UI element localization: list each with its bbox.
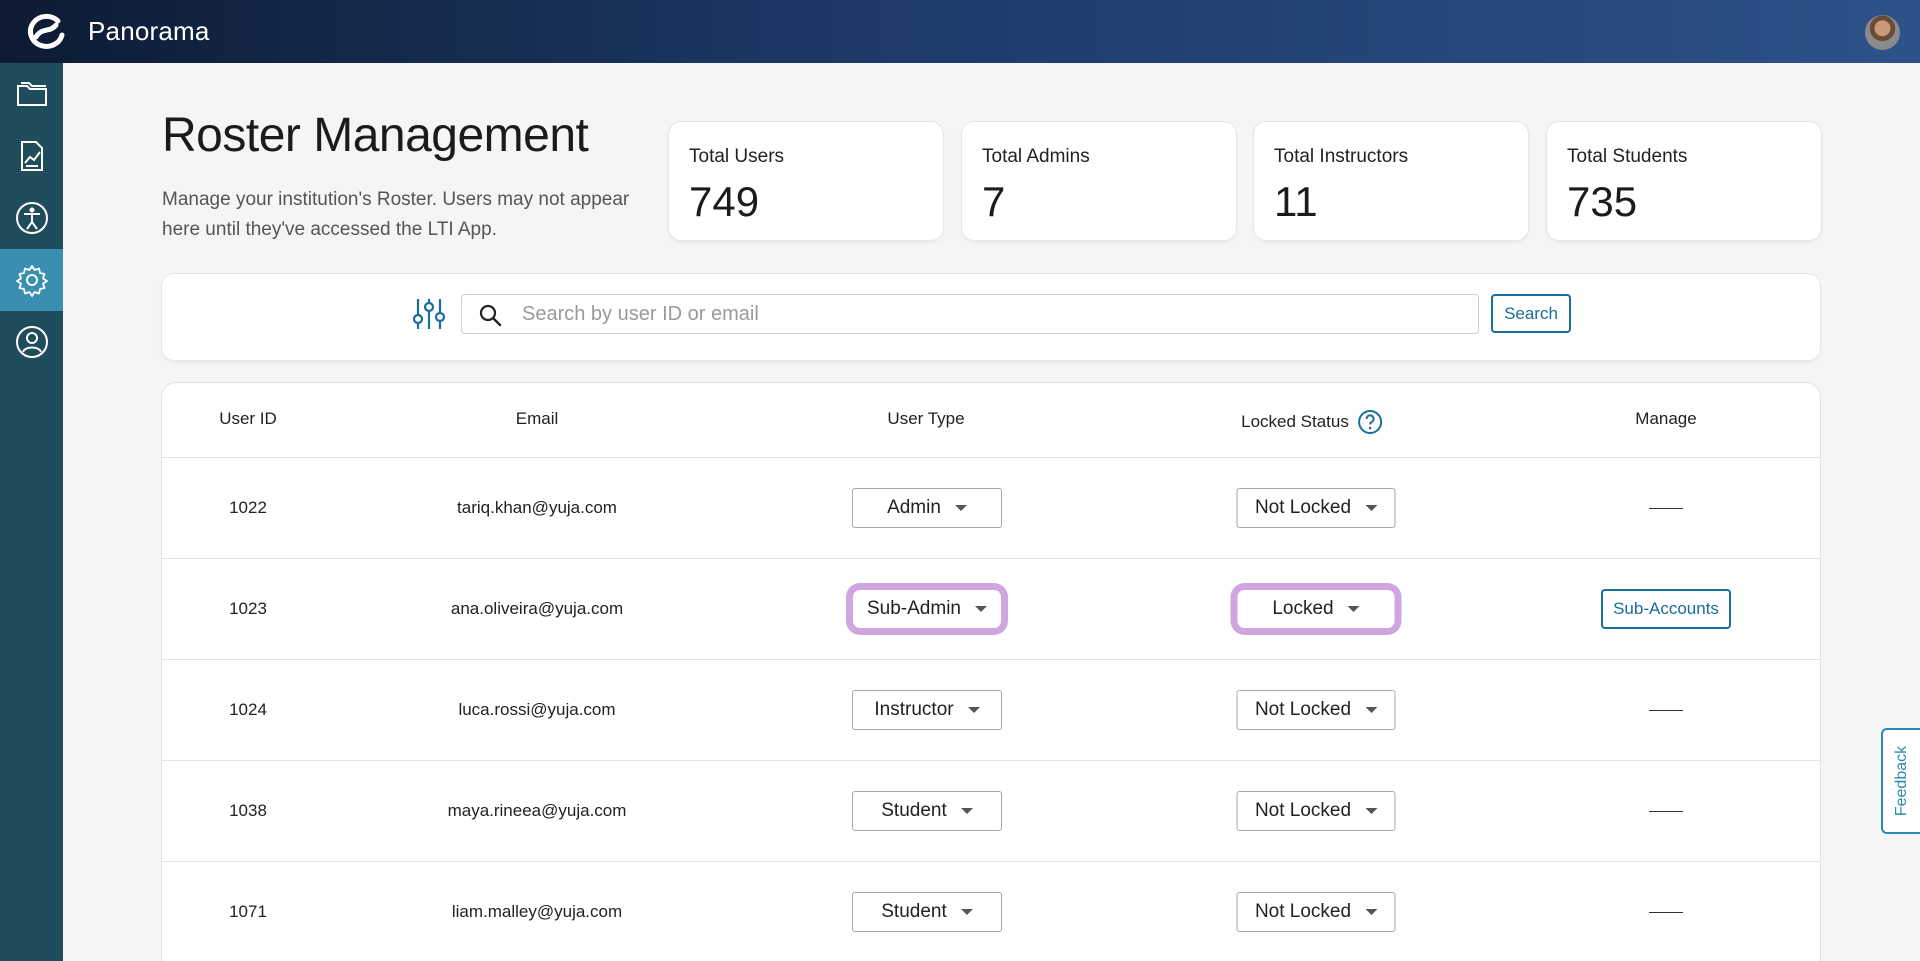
locked-status-select[interactable]: Not Locked <box>1236 892 1396 932</box>
page-description: Manage your institution's Roster. Users … <box>162 189 630 240</box>
search-button[interactable]: Search <box>1491 294 1571 333</box>
user-id-cell: 1024 <box>229 700 267 719</box>
user-id-cell: 1038 <box>229 801 267 820</box>
search-box <box>461 294 1479 334</box>
sidebar-item-files[interactable] <box>0 63 63 125</box>
user-type-select[interactable]: Student <box>852 892 1002 932</box>
chevron-down-icon <box>1365 808 1378 814</box>
chevron-down-icon <box>960 909 973 915</box>
column-header-email: Email <box>516 409 559 429</box>
table-row: 1038 maya.rineea@yuja.com Student Not Lo… <box>162 760 1820 861</box>
locked-status-value: Not Locked <box>1254 901 1352 922</box>
table-row: 1022 tariq.khan@yuja.com Admin Not Locke… <box>162 457 1820 558</box>
column-header-manage: Manage <box>1635 409 1696 429</box>
email-cell: ana.oliveira@yuja.com <box>450 599 624 618</box>
avatar[interactable] <box>1865 15 1900 50</box>
page-title: Roster Management <box>162 109 589 162</box>
app-brand: Panorama <box>88 16 210 46</box>
stat-value: 749 <box>689 178 760 225</box>
locked-status-select[interactable]: Not Locked <box>1236 488 1396 528</box>
roster-table: User ID Email User Type Locked Status Ma… <box>162 383 1820 961</box>
search-input[interactable] <box>522 297 1462 331</box>
chevron-down-icon <box>1365 909 1378 915</box>
stat-value: 735 <box>1567 178 1638 225</box>
sidebar-item-reports[interactable] <box>0 125 63 187</box>
user-type-select[interactable]: Sub-Admin <box>852 589 1002 629</box>
stat-card-total-students: Total Students 735 <box>1547 122 1821 240</box>
column-header-label: Manage <box>1635 409 1697 428</box>
user-type-value: Student <box>881 901 947 922</box>
help-question-icon[interactable] <box>1357 409 1383 435</box>
stat-value: 11 <box>1274 178 1318 225</box>
stat-card-total-instructors: Total Instructors 11 <box>1254 122 1528 240</box>
sidebar-item-accessibility[interactable] <box>0 187 63 249</box>
email-cell: luca.rossi@yuja.com <box>458 700 616 719</box>
user-type-value: Student <box>881 800 947 821</box>
chevron-down-icon <box>1365 505 1378 511</box>
locked-status-select[interactable]: Not Locked <box>1236 690 1396 730</box>
column-header-label: Email <box>515 409 559 428</box>
column-header-label: User Type <box>887 409 965 428</box>
chevron-down-icon <box>954 505 967 511</box>
email-cell: maya.rineea@yuja.com <box>447 801 627 820</box>
manage-empty-dash <box>1649 508 1683 509</box>
sidebar-item-settings[interactable] <box>0 249 63 311</box>
locked-status-value: Not Locked <box>1254 497 1352 518</box>
sub-accounts-button[interactable]: Sub-Accounts <box>1601 589 1731 629</box>
chart-report-icon <box>20 141 43 171</box>
user-type-value: Sub-Admin <box>867 598 961 619</box>
chevron-down-icon <box>1347 606 1360 612</box>
user-type-value: Instructor <box>874 699 954 720</box>
top-bar: Panorama <box>0 0 1920 63</box>
stat-card-total-users: Total Users 749 <box>669 122 943 240</box>
stat-label: Total Instructors <box>1274 146 1409 167</box>
sidebar <box>0 63 63 961</box>
gear-icon <box>15 265 48 297</box>
column-header-user-type: User Type <box>887 409 964 429</box>
folder-icon <box>16 82 47 106</box>
search-panel: Search <box>162 274 1820 360</box>
email-cell: tariq.khan@yuja.com <box>457 498 617 517</box>
table-row: 1023 ana.oliveira@yuja.com Sub-Admin Loc… <box>162 558 1820 659</box>
panorama-logo-icon[interactable] <box>24 13 68 51</box>
table-row: 1024 luca.rossi@yuja.com Instructor Not … <box>162 659 1820 760</box>
user-type-value: Admin <box>887 497 941 518</box>
user-id-cell: 1023 <box>229 599 267 618</box>
filter-sliders-icon[interactable] <box>412 296 446 332</box>
user-type-select[interactable]: Instructor <box>852 690 1002 730</box>
user-circle-icon <box>15 326 48 358</box>
user-type-select[interactable]: Student <box>852 791 1002 831</box>
column-header-label: Locked Status <box>1241 412 1349 431</box>
search-icon <box>479 304 502 327</box>
user-id-cell: 1071 <box>229 902 267 921</box>
stat-label: Total Admins <box>982 146 1090 167</box>
user-type-select[interactable]: Admin <box>852 488 1002 528</box>
column-header-locked-status: Locked Status <box>1241 409 1383 435</box>
locked-status-value: Locked <box>1272 598 1334 619</box>
stat-card-total-admins: Total Admins 7 <box>962 122 1236 240</box>
chevron-down-icon <box>967 707 980 713</box>
locked-status-value: Not Locked <box>1254 699 1352 720</box>
feedback-label: Feedback <box>1892 745 1910 817</box>
table-row: 1071 liam.malley@yuja.com Student Not Lo… <box>162 861 1820 961</box>
column-header-user-id: User ID <box>219 409 277 429</box>
locked-status-value: Not Locked <box>1254 800 1352 821</box>
accessibility-icon <box>15 202 48 234</box>
manage-empty-dash <box>1649 811 1683 812</box>
stat-label: Total Students <box>1567 146 1688 167</box>
locked-status-select[interactable]: Locked <box>1236 589 1396 629</box>
column-header-label: User ID <box>219 409 277 428</box>
manage-empty-dash <box>1649 710 1683 711</box>
manage-empty-dash <box>1649 912 1683 913</box>
chevron-down-icon <box>975 606 987 612</box>
stat-value: 7 <box>982 178 1006 225</box>
stat-label: Total Users <box>689 146 785 167</box>
email-cell: liam.malley@yuja.com <box>451 902 623 921</box>
chevron-down-icon <box>960 808 973 814</box>
chevron-down-icon <box>1365 707 1378 713</box>
user-id-cell: 1022 <box>229 498 267 517</box>
sidebar-item-account[interactable] <box>0 311 63 373</box>
locked-status-select[interactable]: Not Locked <box>1236 791 1396 831</box>
feedback-tab[interactable]: Feedback <box>1881 728 1920 834</box>
